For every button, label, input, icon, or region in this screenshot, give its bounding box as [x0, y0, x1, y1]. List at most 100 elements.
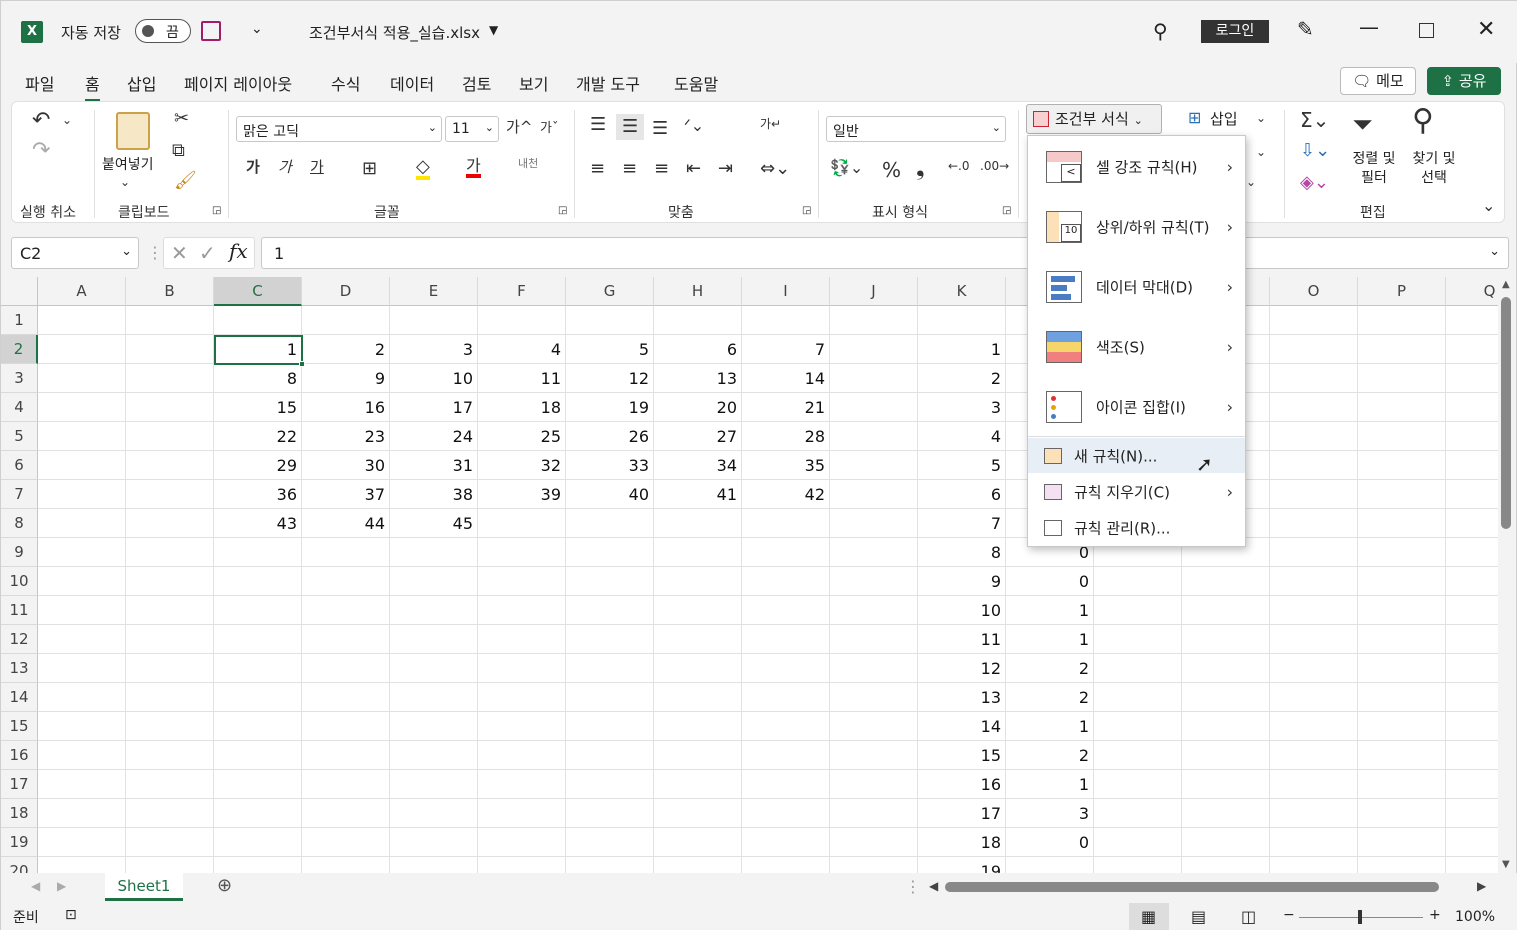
cell-a4[interactable]: [38, 393, 126, 422]
cell-b7[interactable]: [126, 480, 214, 509]
cell-i17[interactable]: [742, 770, 830, 799]
cell-l15[interactable]: 1: [1006, 712, 1094, 741]
undo-icon[interactable]: ↶: [32, 110, 50, 132]
cell-m13[interactable]: [1094, 654, 1182, 683]
cell-j18[interactable]: [830, 799, 918, 828]
delete-dropdown-icon[interactable]: ⌄: [1256, 146, 1266, 158]
cell-d7[interactable]: 37: [302, 480, 390, 509]
font-color-icon[interactable]: 가: [466, 158, 481, 178]
increase-decimal-icon[interactable]: ←.0: [948, 160, 970, 172]
cell-f19[interactable]: [478, 828, 566, 857]
cell-k8[interactable]: 7: [918, 509, 1006, 538]
tab-developer[interactable]: 개발 도구: [576, 71, 640, 95]
column-header-g[interactable]: G: [566, 277, 654, 306]
cell-o11[interactable]: [1270, 596, 1358, 625]
cell-j4[interactable]: [830, 393, 918, 422]
share-button[interactable]: ⇪ 공유: [1427, 67, 1501, 95]
cell-d18[interactable]: [302, 799, 390, 828]
cell-o1[interactable]: [1270, 306, 1358, 335]
cell-o9[interactable]: [1270, 538, 1358, 567]
number-launcher-icon[interactable]: ◲: [1002, 206, 1011, 216]
minimize-icon[interactable]: —: [1359, 15, 1379, 39]
cell-q1[interactable]: [1446, 306, 1498, 335]
column-header-e[interactable]: E: [390, 277, 478, 306]
find-select-icon[interactable]: ⚲: [1412, 106, 1434, 136]
cell-c7[interactable]: 36: [214, 480, 302, 509]
cell-o12[interactable]: [1270, 625, 1358, 654]
row-header-16[interactable]: 16: [1, 741, 38, 770]
formula-input[interactable]: 1 ⌄: [261, 237, 1509, 269]
border-icon[interactable]: ⊞: [362, 160, 377, 178]
cell-k9[interactable]: 8: [918, 538, 1006, 567]
cell-m18[interactable]: [1094, 799, 1182, 828]
column-header-j[interactable]: J: [830, 277, 918, 306]
cell-e16[interactable]: [390, 741, 478, 770]
row-header-2[interactable]: 2: [1, 335, 38, 364]
cell-e17[interactable]: [390, 770, 478, 799]
cell-c15[interactable]: [214, 712, 302, 741]
cell-q5[interactable]: [1446, 422, 1498, 451]
row-header-3[interactable]: 3: [1, 364, 38, 393]
font-size-dropdown[interactable]: 11 ⌄: [445, 116, 499, 142]
tab-file[interactable]: 파일: [25, 71, 54, 95]
cell-j17[interactable]: [830, 770, 918, 799]
cell-a18[interactable]: [38, 799, 126, 828]
format-dropdown-icon[interactable]: ⌄: [1246, 176, 1256, 188]
cell-l17[interactable]: 1: [1006, 770, 1094, 799]
cell-k6[interactable]: 5: [918, 451, 1006, 480]
cell-b1[interactable]: [126, 306, 214, 335]
align-left-icon[interactable]: ≡: [590, 160, 605, 178]
column-header-i[interactable]: I: [742, 277, 830, 306]
pen-icon[interactable]: ✎: [1297, 17, 1314, 41]
row-header-8[interactable]: 8: [1, 509, 38, 538]
cell-g12[interactable]: [566, 625, 654, 654]
cell-k20[interactable]: 19: [918, 857, 1006, 873]
cell-c19[interactable]: [214, 828, 302, 857]
cell-p18[interactable]: [1358, 799, 1446, 828]
italic-icon[interactable]: 가: [278, 160, 292, 175]
cell-m17[interactable]: [1094, 770, 1182, 799]
cell-a19[interactable]: [38, 828, 126, 857]
zoom-in-icon[interactable]: +: [1429, 907, 1441, 923]
cell-e7[interactable]: 38: [390, 480, 478, 509]
cell-m15[interactable]: [1094, 712, 1182, 741]
column-header-b[interactable]: B: [126, 277, 214, 306]
cell-f16[interactable]: [478, 741, 566, 770]
cell-d16[interactable]: [302, 741, 390, 770]
cell-i7[interactable]: 42: [742, 480, 830, 509]
cell-i10[interactable]: [742, 567, 830, 596]
cell-c8[interactable]: 43: [214, 509, 302, 538]
sort-filter-label[interactable]: 정렬 및 필터: [1346, 150, 1402, 188]
cell-f5[interactable]: 25: [478, 422, 566, 451]
cell-c20[interactable]: [214, 857, 302, 873]
cell-l18[interactable]: 3: [1006, 799, 1094, 828]
insert-cells-icon[interactable]: ⊞: [1188, 110, 1201, 126]
cell-f11[interactable]: [478, 596, 566, 625]
cell-j8[interactable]: [830, 509, 918, 538]
cell-b9[interactable]: [126, 538, 214, 567]
decrease-decimal-icon[interactable]: .00→: [980, 160, 1009, 172]
increase-indent-icon[interactable]: ⇥: [718, 160, 733, 178]
cell-i18[interactable]: [742, 799, 830, 828]
cell-j3[interactable]: [830, 364, 918, 393]
cell-g11[interactable]: [566, 596, 654, 625]
cell-p12[interactable]: [1358, 625, 1446, 654]
cell-n19[interactable]: [1182, 828, 1270, 857]
cell-p14[interactable]: [1358, 683, 1446, 712]
sort-filter-icon[interactable]: ⏷: [1352, 112, 1373, 138]
cell-l16[interactable]: 2: [1006, 741, 1094, 770]
cell-h11[interactable]: [654, 596, 742, 625]
cell-e20[interactable]: [390, 857, 478, 873]
cell-m12[interactable]: [1094, 625, 1182, 654]
menu-manage-rules[interactable]: 규칙 관리(R)...: [1028, 510, 1245, 545]
percent-icon[interactable]: %: [882, 160, 901, 180]
cell-d17[interactable]: [302, 770, 390, 799]
cell-k15[interactable]: 14: [918, 712, 1006, 741]
cell-q3[interactable]: [1446, 364, 1498, 393]
cell-q8[interactable]: [1446, 509, 1498, 538]
phonetic-icon[interactable]: 내천: [518, 158, 538, 169]
menu-color-scales[interactable]: 색조(S) ›: [1028, 318, 1245, 376]
cell-c3[interactable]: 8: [214, 364, 302, 393]
bold-icon[interactable]: 가: [246, 160, 260, 175]
zoom-out-icon[interactable]: −: [1283, 907, 1295, 923]
